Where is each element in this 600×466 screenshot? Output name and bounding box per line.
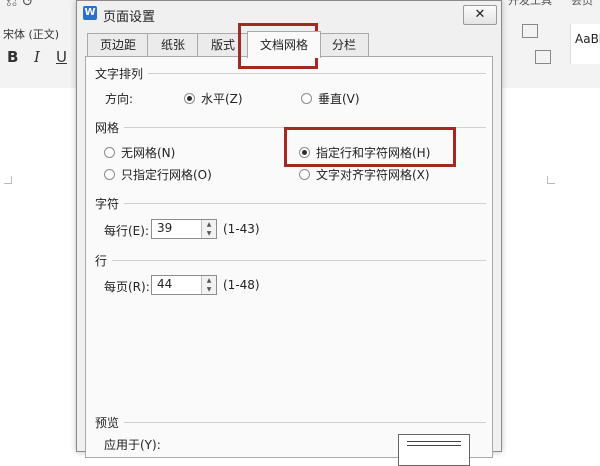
section-label-characters: 字符	[95, 197, 120, 211]
lines-per-page-label: 每页(R):	[104, 280, 150, 294]
radio-label: 只指定行网格(O)	[121, 167, 212, 182]
stepper-buttons: ▲ ▼	[201, 276, 216, 294]
spin-down-icon[interactable]: ▼	[202, 229, 216, 238]
radio-icon	[299, 168, 310, 180]
style-gallery[interactable]: AaBb	[570, 24, 600, 64]
radio-icon	[104, 146, 115, 158]
lines-per-page-stepper[interactable]: 44 ▲ ▼	[151, 275, 217, 295]
direction-label: 方向:	[105, 92, 134, 106]
dialog-title: 页面设置	[103, 10, 156, 25]
wps-app-icon: W	[83, 6, 97, 20]
stepper-value: 44	[157, 277, 173, 291]
radio-label: 垂直(V)	[318, 91, 360, 106]
tab-panel-document-grid	[85, 56, 493, 458]
stepper-buttons: ▲ ▼	[201, 220, 216, 238]
quick-access-icons[interactable]: ⎌ ↺	[6, 0, 33, 10]
preview-thumbnail	[398, 434, 470, 466]
lines-per-page-range: (1-48)	[223, 278, 260, 292]
tab-columns[interactable]: 分栏	[319, 33, 369, 56]
radio-line-grid-only[interactable]: 只指定行网格(O)	[104, 166, 212, 182]
tab-document-grid[interactable]: 文档网格	[247, 31, 321, 58]
page-margin-mark-left	[4, 176, 12, 184]
radio-icon	[301, 92, 312, 104]
radio-icon-checked	[184, 92, 195, 104]
page-margin-mark-right	[547, 176, 555, 184]
underline-button[interactable]: U	[56, 48, 67, 66]
radio-label: 水平(Z)	[201, 91, 243, 106]
radio-icon	[104, 168, 115, 180]
radio-label: 无网格(N)	[121, 145, 176, 160]
section-divider	[124, 422, 486, 423]
border-icon[interactable]	[535, 50, 551, 64]
italic-button[interactable]: I	[34, 48, 40, 66]
radio-no-grid[interactable]: 无网格(N)	[104, 144, 175, 160]
chars-per-line-stepper[interactable]: 39 ▲ ▼	[151, 219, 217, 239]
radio-horizontal[interactable]: 水平(Z)	[184, 90, 243, 106]
ribbon-tab-extra[interactable]: 会员	[571, 0, 593, 8]
radio-vertical[interactable]: 垂直(V)	[301, 90, 360, 106]
apply-to-label: 应用于(Y):	[104, 438, 161, 452]
style-preview-text: AaBb	[575, 32, 600, 46]
radio-label: 文字对齐字符网格(X)	[316, 167, 430, 182]
section-divider	[124, 203, 486, 204]
section-label-grid: 网格	[95, 121, 120, 135]
chars-per-line-label: 每行(E):	[104, 224, 149, 238]
radio-snap-to-char-grid[interactable]: 文字对齐字符网格(X)	[299, 166, 430, 182]
spin-down-icon[interactable]: ▼	[202, 285, 216, 294]
highlight-grid-option	[284, 127, 456, 167]
ribbon-tab-devtools[interactable]: 开发工具	[508, 0, 552, 8]
section-divider	[148, 73, 486, 74]
section-label-preview: 预览	[95, 416, 120, 430]
section-label-text-direction: 文字排列	[95, 67, 144, 81]
tab-paper[interactable]: 纸张	[147, 33, 199, 56]
bold-button[interactable]: B	[7, 48, 18, 66]
tab-margins[interactable]: 页边距	[87, 33, 149, 56]
stepper-value: 39	[157, 221, 173, 235]
table-icon[interactable]	[522, 24, 538, 38]
preview-line	[407, 445, 461, 446]
chars-per-line-range: (1-43)	[223, 222, 260, 236]
close-button[interactable]: ✕	[463, 5, 497, 25]
font-name-box[interactable]: 宋体 (正文)	[3, 26, 71, 42]
section-label-lines: 行	[95, 254, 108, 268]
section-divider	[112, 260, 486, 261]
preview-line	[407, 441, 461, 442]
